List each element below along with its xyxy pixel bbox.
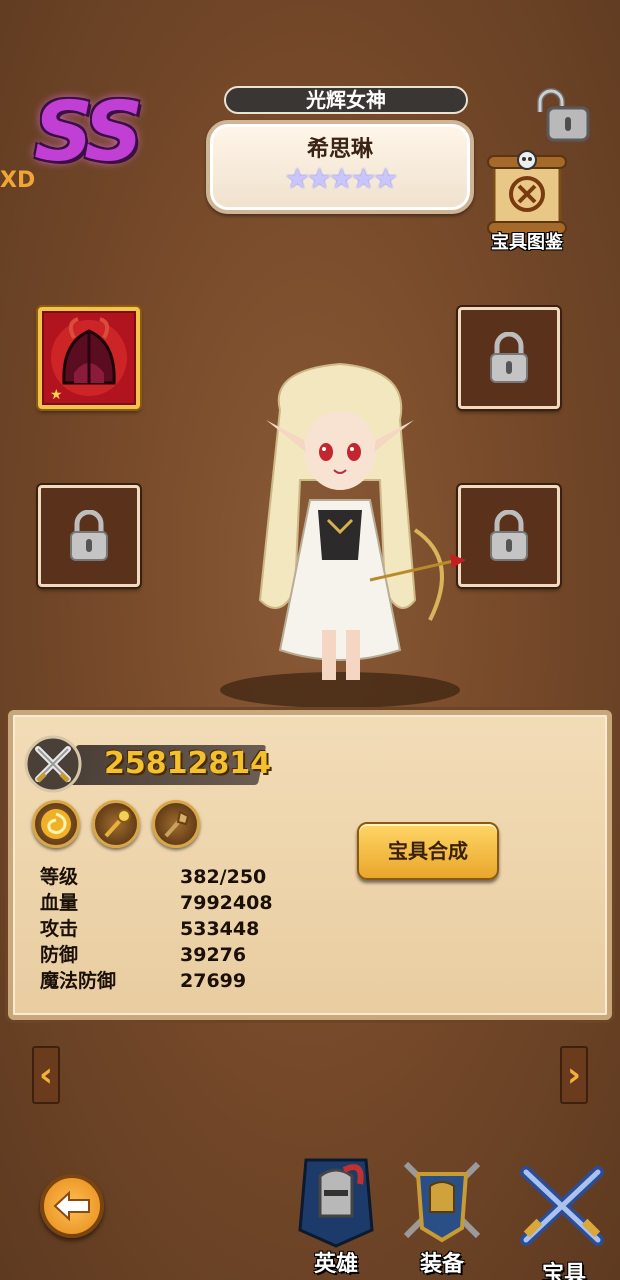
- stat-value: 533448: [180, 918, 260, 940]
- svg-text:★: ★: [50, 387, 63, 403]
- tab-label: 英雄: [313, 1252, 358, 1277]
- stat-value: 382/250: [180, 866, 267, 888]
- artifact-slot-1[interactable]: ★: [38, 307, 140, 409]
- handbook-label: 宝具图鉴: [491, 232, 563, 253]
- scroll-icon: [487, 150, 567, 235]
- hero-name-card: 希思琳 ★★★★★: [206, 120, 474, 214]
- stat-row-defense: 防御 39276: [40, 942, 340, 968]
- stat-row-magic-defense: 魔法防御 27699: [40, 968, 340, 994]
- helmet-artifact-icon: ★: [44, 313, 134, 403]
- artifact-handbook-button[interactable]: 宝具图鉴: [472, 150, 582, 260]
- mace-skill-icon: [164, 810, 190, 838]
- lock-icon: [70, 510, 108, 561]
- hero-name: 希思琳: [306, 137, 373, 162]
- back-arrow-icon: [53, 1191, 90, 1221]
- staff-skill-icon: [104, 809, 131, 838]
- stat-value: 39276: [180, 944, 247, 966]
- lock-icon: [490, 510, 528, 561]
- combat-power-value: 25812814: [104, 746, 271, 781]
- knight-helmet-icon: [298, 1158, 374, 1248]
- rank-badge: SS: [34, 85, 143, 180]
- stat-value: 7992408: [180, 892, 273, 914]
- stat-label: 等级: [40, 866, 79, 888]
- stats-table: 等级 382/250 血量 7992408 攻击 533448 防御 39276…: [40, 864, 340, 994]
- stat-value: 27699: [180, 970, 247, 992]
- tab-label: 装备: [419, 1252, 464, 1277]
- stat-label: 防御: [40, 944, 79, 966]
- hero-character-model: [200, 350, 480, 710]
- lock-icon: [490, 332, 528, 383]
- swirl-skill-icon: [41, 809, 71, 839]
- prev-hero-button[interactable]: ‹: [32, 1046, 60, 1104]
- artifact-merge-button[interactable]: 宝具合成: [357, 822, 499, 880]
- skill-icon-1[interactable]: [32, 800, 80, 848]
- stat-row-level: 等级 382/250: [40, 864, 340, 890]
- stat-label: 攻击: [40, 918, 79, 940]
- star-rating: ★★★★★: [284, 162, 399, 195]
- stat-row-attack: 攻击 533448: [40, 916, 340, 942]
- hero-title: 光辉女神: [224, 86, 468, 114]
- skill-icon-2[interactable]: [92, 800, 140, 848]
- next-hero-button[interactable]: ›: [560, 1046, 588, 1104]
- skill-icon-3[interactable]: [152, 800, 200, 848]
- tab-equipment[interactable]: 装备: [392, 1150, 492, 1280]
- back-button[interactable]: [40, 1174, 104, 1238]
- tab-label: 宝具: [541, 1262, 586, 1280]
- crossed-swords-tab-icon: [520, 1166, 604, 1246]
- unlock-icon[interactable]: [532, 86, 592, 144]
- tab-hero[interactable]: 英雄: [286, 1150, 386, 1280]
- tab-artifact[interactable]: 宝具: [514, 1160, 614, 1280]
- stat-label: 魔法防御: [40, 970, 117, 992]
- side-tag: XD: [0, 168, 36, 193]
- stat-row-hp: 血量 7992408: [40, 890, 340, 916]
- crossed-swords-icon: [24, 735, 82, 793]
- stat-label: 血量: [40, 892, 79, 914]
- artifact-slot-3[interactable]: [38, 485, 140, 587]
- shield-helmet-icon: [403, 1161, 481, 1243]
